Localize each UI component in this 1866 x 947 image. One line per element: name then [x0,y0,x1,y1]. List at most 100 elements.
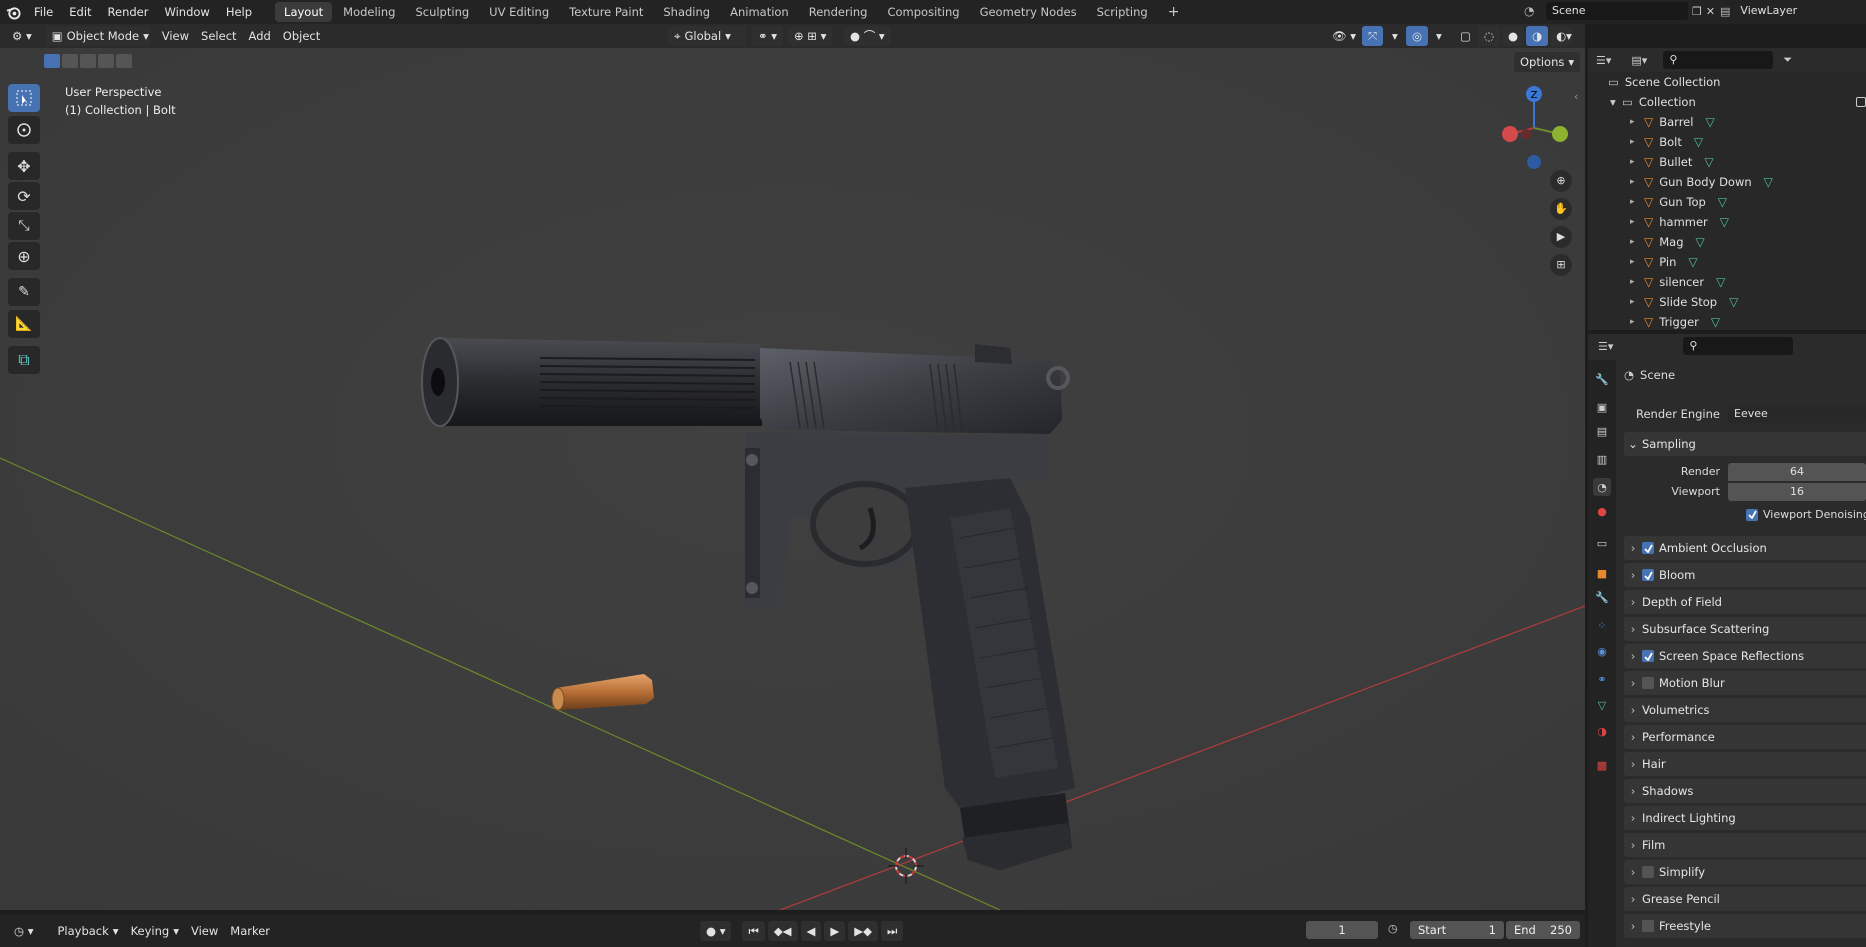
sampling-panel-header[interactable]: ⌄ Sampling [1624,432,1866,456]
ortho-grid-icon[interactable]: ⊞ [1550,254,1572,276]
tool-tab-icon[interactable]: 🔧 [1593,370,1611,388]
render-panel-header[interactable]: › Depth of Field [1624,590,1866,614]
sampling-render-field[interactable]: 64 [1728,462,1866,481]
scale-tool[interactable]: ⤡ [8,212,40,240]
jump-keyframe-back-icon[interactable]: ◆◀ [767,921,798,941]
panel-enable-checkbox[interactable] [1642,569,1654,581]
expand-arrow-icon[interactable]: ▸ [1630,117,1644,127]
select-extend-icon[interactable] [62,54,78,68]
mesh-data-icon[interactable]: ▽ [1694,135,1703,149]
panel-enable-checkbox[interactable] [1642,542,1654,554]
3d-viewport[interactable]: ✥ ⟳ ⤡ ⊕ ✎ 📐 ⧉ User Perspective (1) Colle… [0,48,1585,910]
pivot-point-dropdown[interactable]: ⚭ ▾ [752,26,784,46]
render-tab-icon[interactable]: ▣ [1593,398,1611,416]
select-box-tool[interactable] [8,84,40,112]
render-panel-header[interactable]: › Volumetrics [1624,698,1866,722]
navigation-gizmo[interactable]: Z [1492,84,1572,174]
outliner-item[interactable]: ▸ ▽ Gun Body Down ▽ [1588,172,1866,192]
tab-compositing[interactable]: Compositing [878,2,968,22]
tab-sculpting[interactable]: Sculpting [406,2,478,22]
play-icon[interactable]: ▶ [824,921,846,941]
expand-arrow-icon[interactable]: ▸ [1630,137,1644,147]
select-new-icon[interactable] [44,54,60,68]
outliner-item[interactable]: ▸ ▽ Bolt ▽ [1588,132,1866,152]
xray-toggle[interactable]: ▢ [1454,26,1477,46]
start-frame-field[interactable]: Start 1 [1410,921,1504,939]
display-mode-icon[interactable]: ▤▾ [1631,54,1647,67]
constraints-tab-icon[interactable]: ⚭ [1593,670,1611,688]
mode-dropdown[interactable]: ▣ Object Mode ▾ [45,26,150,46]
panel-enable-checkbox[interactable] [1642,920,1654,932]
scene-tab-icon[interactable]: ◔ [1593,478,1611,496]
outliner-item[interactable]: ▸ ▽ Slide Stop ▽ [1588,292,1866,312]
menu-select[interactable]: Select [195,26,242,46]
viewport-denoising-checkbox[interactable] [1746,508,1758,521]
mesh-data-icon[interactable]: ▽ [1716,275,1725,289]
render-panel-header[interactable]: › Screen Space Reflections [1624,644,1866,668]
select-subtract-icon[interactable] [80,54,96,68]
panel-enable-checkbox[interactable] [1642,650,1654,662]
data-tab-icon[interactable]: ▽ [1593,696,1611,714]
filter-icon[interactable]: ⏷ [1783,53,1792,67]
expand-arrow-icon[interactable]: ▸ [1630,237,1644,247]
render-panel-header[interactable]: › Indirect Lighting [1624,806,1866,830]
mesh-data-icon[interactable]: ▽ [1729,295,1738,309]
menu-help[interactable]: Help [218,0,260,24]
material-tab-icon[interactable]: ◑ [1593,722,1611,740]
properties-editor-icon[interactable]: ☰▾ [1598,340,1613,353]
view-layer-field[interactable]: ViewLayer [1734,2,1866,20]
menu-marker[interactable]: Marker [224,921,276,941]
gizmo-toggle[interactable]: ⤧ [1362,26,1384,46]
outliner-search-input[interactable]: ⚲ [1663,51,1774,69]
options-dropdown[interactable]: Options ▾ [1514,52,1581,72]
select-invert-icon[interactable] [98,54,114,68]
delete-scene-icon[interactable]: ✕ [1706,5,1715,18]
outliner-item[interactable]: ▸ ▽ Bullet ▽ [1588,152,1866,172]
render-panel-header[interactable]: › Simplify [1624,860,1866,884]
outliner-item[interactable]: ▸ ▽ Pin ▽ [1588,252,1866,272]
shading-dropdown[interactable]: ▾ [1560,26,1578,46]
camera-icon[interactable]: ▶ [1550,226,1572,248]
outliner-item[interactable]: ▸ ▽ Gun Top ▽ [1588,192,1866,212]
editor-type-icon[interactable]: ⚙ ▾ [6,26,38,46]
menu-timeline-view[interactable]: View [185,921,224,941]
expand-arrow-icon[interactable]: ▸ [1630,197,1644,207]
mesh-data-icon[interactable]: ▽ [1704,155,1713,169]
play-reverse-icon[interactable]: ◀ [800,921,822,941]
overlay-dropdown[interactable]: ▾ [1430,26,1448,46]
annotate-tool[interactable]: ✎ [8,278,40,306]
blender-logo-icon[interactable] [0,0,26,24]
rotate-tool[interactable]: ⟳ [8,182,40,210]
collection-checkbox[interactable] [1856,97,1866,107]
solid-shading-icon[interactable]: ● [1502,26,1525,46]
menu-add[interactable]: Add [243,26,277,46]
tab-scripting[interactable]: Scripting [1088,2,1157,22]
record-icon[interactable]: ● ▾ [700,921,732,941]
proportional-edit-toggle[interactable]: ● ⌒ ▾ [844,26,891,46]
menu-object[interactable]: Object [277,26,326,46]
render-engine-dropdown[interactable]: Eevee [1728,405,1866,423]
material-shading-icon[interactable]: ◑ [1526,26,1549,46]
panel-enable-checkbox[interactable] [1642,866,1654,878]
mesh-data-icon[interactable]: ▽ [1688,255,1697,269]
mesh-data-icon[interactable]: ▽ [1764,175,1773,189]
menu-keying[interactable]: Keying ▾ [125,921,185,941]
tab-animation[interactable]: Animation [721,2,798,22]
texture-tab-icon[interactable]: ▩ [1593,756,1611,774]
physics-tab-icon[interactable]: ◉ [1593,642,1611,660]
tab-shading[interactable]: Shading [654,2,719,22]
mesh-data-icon[interactable]: ▽ [1705,115,1714,129]
overlay-toggle[interactable]: ◎ [1406,26,1429,46]
outliner-item[interactable]: ▸ ▽ Trigger ▽ [1588,312,1866,332]
tab-texture-paint[interactable]: Texture Paint [560,2,652,22]
outliner-editor-icon[interactable]: ☰▾ [1596,54,1611,67]
object-tab-icon[interactable]: ■ [1593,564,1611,582]
render-panel-header[interactable]: › Performance [1624,725,1866,749]
expand-arrow-icon[interactable]: ▸ [1630,317,1644,327]
collapse-sidebar-icon[interactable]: ‹ [1574,90,1578,103]
mesh-data-icon[interactable]: ▽ [1718,195,1727,209]
output-tab-icon[interactable]: ▤ [1593,422,1611,440]
end-frame-field[interactable]: End 250 [1506,921,1580,939]
timeline-editor-icon[interactable]: ◷ ▾ [8,921,39,941]
tab-rendering[interactable]: Rendering [800,2,877,22]
